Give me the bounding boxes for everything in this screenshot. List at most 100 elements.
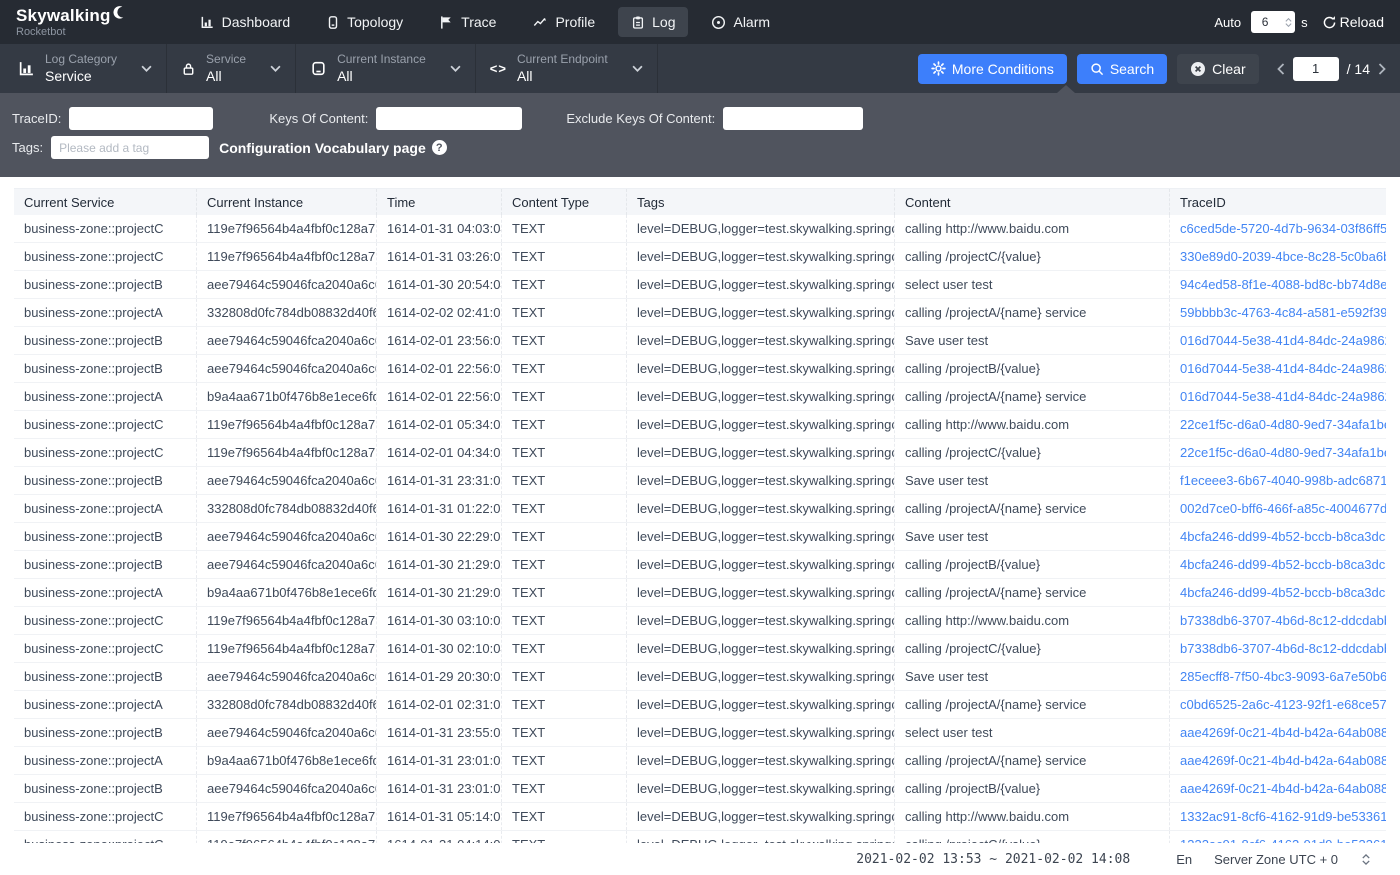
table-row[interactable]: business-zone::projectC 119e7f96564b4a4f…: [14, 607, 1386, 635]
tags-label: Tags:: [12, 140, 43, 155]
help-icon[interactable]: ?: [432, 140, 447, 155]
table-row[interactable]: business-zone::projectC 119e7f96564b4a4f…: [14, 803, 1386, 831]
cell-content-type: TEXT: [502, 467, 627, 494]
more-conditions-button[interactable]: More Conditions: [918, 54, 1067, 84]
trace-id-link[interactable]: 4bcfa246-dd99-4b52-bccb-b8ca3dc5fc94: [1170, 579, 1386, 606]
cell-content: select user test: [895, 719, 1170, 746]
clear-button[interactable]: Clear: [1177, 54, 1258, 84]
trace-id-input[interactable]: [69, 107, 213, 130]
brand-name: Skywalking: [16, 7, 111, 24]
column-header-content-type: Content Type: [502, 189, 627, 215]
stepper-arrows[interactable]: [1285, 18, 1292, 27]
table-row[interactable]: business-zone::projectA b9a4aa671b0f476b…: [14, 579, 1386, 607]
table-row[interactable]: business-zone::projectC 119e7f96564b4a4f…: [14, 439, 1386, 467]
table-row[interactable]: business-zone::projectA b9a4aa671b0f476b…: [14, 747, 1386, 775]
chart-icon: [18, 60, 35, 77]
nav-item-topology[interactable]: Topology: [313, 7, 416, 37]
keys-of-content-input[interactable]: [376, 107, 522, 130]
trace-id-link[interactable]: 016d7044-5e38-41d4-84dc-24a98624a30e: [1170, 355, 1386, 382]
table-row[interactable]: business-zone::projectC 119e7f96564b4a4f…: [14, 243, 1386, 271]
table-row[interactable]: business-zone::projectC 119e7f96564b4a4f…: [14, 411, 1386, 439]
nav-item-profile[interactable]: Profile: [519, 7, 608, 37]
log-category-selector[interactable]: Log Category Service: [0, 44, 167, 93]
trace-id-link[interactable]: c0bd6525-2a6c-4123-92f1-e68ce57f767d: [1170, 691, 1386, 718]
tags-input[interactable]: [51, 136, 209, 159]
time-range-picker[interactable]: 2021-02-02 13:53 ~ 2021-02-02 14:08: [856, 852, 1130, 867]
nav-item-dashboard[interactable]: Dashboard: [187, 7, 304, 37]
trace-id-link[interactable]: 1332ac91-8cf6-4162-91d9-be53361168a9: [1170, 803, 1386, 830]
table-row[interactable]: business-zone::projectB aee79464c59046fc…: [14, 355, 1386, 383]
reload-button[interactable]: Reload: [1322, 14, 1384, 30]
language-toggle[interactable]: En: [1176, 852, 1192, 867]
trace-id-link[interactable]: f1eceee3-6b67-4040-998b-adc6871261c1: [1170, 467, 1386, 494]
nav-label: Log: [652, 14, 675, 30]
table-row[interactable]: business-zone::projectC 119e7f96564b4a4f…: [14, 635, 1386, 663]
cell-time: 1614-01-30 03:10:05: [377, 607, 502, 634]
trace-id-link[interactable]: 4bcfa246-dd99-4b52-bccb-b8ca3dc5fc94: [1170, 551, 1386, 578]
current-endpoint-selector[interactable]: <> Current Endpoint All: [476, 44, 658, 93]
table-row[interactable]: business-zone::projectC 119e7f96564b4a4f…: [14, 215, 1386, 243]
gear-icon: [931, 61, 946, 76]
table-row[interactable]: business-zone::projectB aee79464c59046fc…: [14, 719, 1386, 747]
cell-content: calling /projectC/{value}: [895, 243, 1170, 270]
trace-id-link[interactable]: 016d7044-5e38-41d4-84dc-24a98624a30e: [1170, 383, 1386, 410]
table-row[interactable]: business-zone::projectB aee79464c59046fc…: [14, 663, 1386, 691]
auto-refresh-input[interactable]: [1251, 15, 1279, 29]
trace-id-link[interactable]: 22ce1f5c-d6a0-4d80-9ed7-34afa1be2490: [1170, 411, 1386, 438]
trace-id-link[interactable]: 4bcfa246-dd99-4b52-bccb-b8ca3dc5fc94: [1170, 523, 1386, 550]
cell-current-service: business-zone::projectB: [14, 355, 197, 382]
nav-item-log[interactable]: Log: [618, 7, 688, 37]
table-row[interactable]: business-zone::projectA 332808d0fc784db0…: [14, 691, 1386, 719]
cell-time: 1614-02-01 02:31:08: [377, 691, 502, 718]
cell-content: calling /projectC/{value}: [895, 831, 1170, 843]
trace-id-link[interactable]: 016d7044-5e38-41d4-84dc-24a98624a30e: [1170, 327, 1386, 354]
trace-id-link[interactable]: 002d7ce0-bff6-466f-a85c-4004677d8fbf: [1170, 495, 1386, 522]
trace-id-link[interactable]: aae4269f-0c21-4b4d-b42a-64ab08808ac8: [1170, 719, 1386, 746]
table-row[interactable]: business-zone::projectC 119e7f96564b4a4f…: [14, 831, 1386, 843]
brand-logo[interactable]: Skywalking Rocketbot: [16, 7, 127, 38]
reload-label: Reload: [1340, 14, 1384, 30]
trace-id-link[interactable]: b7338db6-3707-4b6d-8c12-ddcdabbdb45a: [1170, 635, 1386, 662]
current-instance-selector[interactable]: Current Instance All: [296, 44, 476, 93]
prev-page-icon[interactable]: [1277, 63, 1285, 75]
cell-current-service: business-zone::projectB: [14, 467, 197, 494]
cell-current-instance: b9a4aa671b0f476b8e1ece6fd8f...: [197, 579, 377, 606]
trace-id-link[interactable]: 285ecff8-7f50-4bc3-9093-6a7e50b6a9a3: [1170, 663, 1386, 690]
next-page-icon[interactable]: [1378, 63, 1386, 75]
table-row[interactable]: business-zone::projectB aee79464c59046fc…: [14, 551, 1386, 579]
trace-id-link[interactable]: b7338db6-3707-4b6d-8c12-ddcdabbdb45a: [1170, 607, 1386, 634]
search-button[interactable]: Search: [1077, 54, 1167, 84]
trace-id-link[interactable]: aae4269f-0c21-4b4d-b42a-64ab08808ac8: [1170, 775, 1386, 802]
trace-id-link[interactable]: 22ce1f5c-d6a0-4d80-9ed7-34afa1be2490: [1170, 439, 1386, 466]
zone-stepper[interactable]: [1362, 854, 1370, 865]
table-row[interactable]: business-zone::projectB aee79464c59046fc…: [14, 775, 1386, 803]
cell-content-type: TEXT: [502, 551, 627, 578]
nav-item-trace[interactable]: Trace: [426, 7, 509, 37]
trace-id-link[interactable]: c6ced5de-5720-4d7b-9634-03f86ff55d30: [1170, 215, 1386, 242]
vocabulary-page-link[interactable]: Configuration Vocabulary page: [219, 140, 426, 156]
table-row[interactable]: business-zone::projectA b9a4aa671b0f476b…: [14, 383, 1386, 411]
exclude-keys-input[interactable]: [723, 107, 863, 130]
trace-id-link[interactable]: 59bbbb3c-4763-4c84-a581-e592f39865bd: [1170, 299, 1386, 326]
selector-label: Service: [206, 53, 246, 67]
table-row[interactable]: business-zone::projectB aee79464c59046fc…: [14, 467, 1386, 495]
auto-refresh-stepper[interactable]: [1251, 11, 1295, 33]
trace-id-link[interactable]: 94c4ed58-8f1e-4088-bd8c-bb74d8eca703: [1170, 271, 1386, 298]
cell-current-instance: aee79464c59046fca2040a6c68...: [197, 271, 377, 298]
table-row[interactable]: business-zone::projectA 332808d0fc784db0…: [14, 299, 1386, 327]
cell-content-type: TEXT: [502, 355, 627, 382]
cell-current-service: business-zone::projectB: [14, 551, 197, 578]
table-row[interactable]: business-zone::projectB aee79464c59046fc…: [14, 327, 1386, 355]
cell-time: 1614-01-29 20:30:08: [377, 663, 502, 690]
service-selector[interactable]: Service All: [167, 44, 296, 93]
table-row[interactable]: business-zone::projectB aee79464c59046fc…: [14, 271, 1386, 299]
clock-icon: [711, 15, 726, 30]
nav-item-alarm[interactable]: Alarm: [698, 7, 783, 37]
cell-current-service: business-zone::projectC: [14, 803, 197, 830]
trace-id-link[interactable]: 1332ac91-8cf6-4162-91d9-be53361168a9: [1170, 831, 1386, 843]
table-row[interactable]: business-zone::projectB aee79464c59046fc…: [14, 523, 1386, 551]
trace-id-link[interactable]: aae4269f-0c21-4b4d-b42a-64ab08808ac8: [1170, 747, 1386, 774]
trace-id-link[interactable]: 330e89d0-2039-4bce-8c28-5c0ba6bc8ce7: [1170, 243, 1386, 270]
page-number-input[interactable]: [1293, 57, 1339, 81]
table-row[interactable]: business-zone::projectA 332808d0fc784db0…: [14, 495, 1386, 523]
